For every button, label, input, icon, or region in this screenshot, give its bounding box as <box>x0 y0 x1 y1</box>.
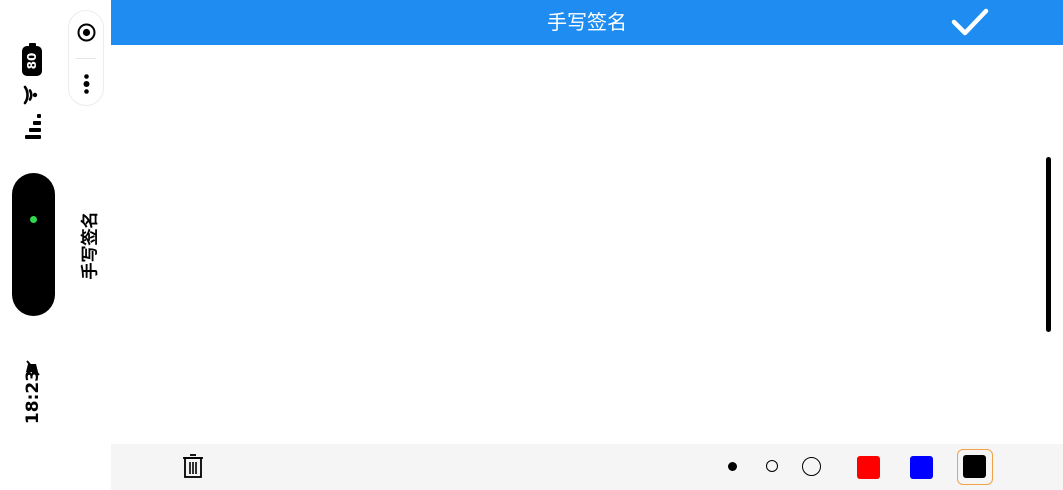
pen-size-large[interactable] <box>802 457 821 476</box>
color-swatch-red[interactable] <box>857 456 880 479</box>
battery-level: 80 <box>25 52 39 70</box>
scroll-indicator <box>1046 157 1051 332</box>
capsule-divider <box>76 58 96 59</box>
signature-toolbar <box>111 444 1063 490</box>
signature-canvas[interactable] <box>111 45 1063 444</box>
camera-indicator-dot <box>30 216 37 223</box>
cellular-signal-icon <box>25 114 41 139</box>
miniapp-capsule <box>68 10 104 106</box>
nav-bar: 手写签名 <box>111 0 1063 45</box>
confirm-check-icon[interactable] <box>950 5 990 39</box>
trash-icon[interactable] <box>182 454 204 478</box>
status-bar: 80 18:23 <box>0 0 68 490</box>
color-swatch-black <box>963 455 986 478</box>
status-time: 18:23 <box>23 369 43 425</box>
battery-icon: 80 <box>22 43 42 76</box>
color-swatch-black-selected[interactable] <box>957 449 993 485</box>
dynamic-island <box>12 173 55 316</box>
pen-size-small[interactable] <box>728 462 737 471</box>
more-dots-icon[interactable] <box>83 73 90 95</box>
wifi-icon <box>23 85 38 105</box>
page-title: 手写签名 <box>547 10 627 34</box>
pen-size-medium[interactable] <box>766 460 778 472</box>
target-icon[interactable] <box>77 23 96 42</box>
vertical-page-title: 手写签名 <box>80 211 101 280</box>
color-swatch-blue[interactable] <box>910 456 933 479</box>
